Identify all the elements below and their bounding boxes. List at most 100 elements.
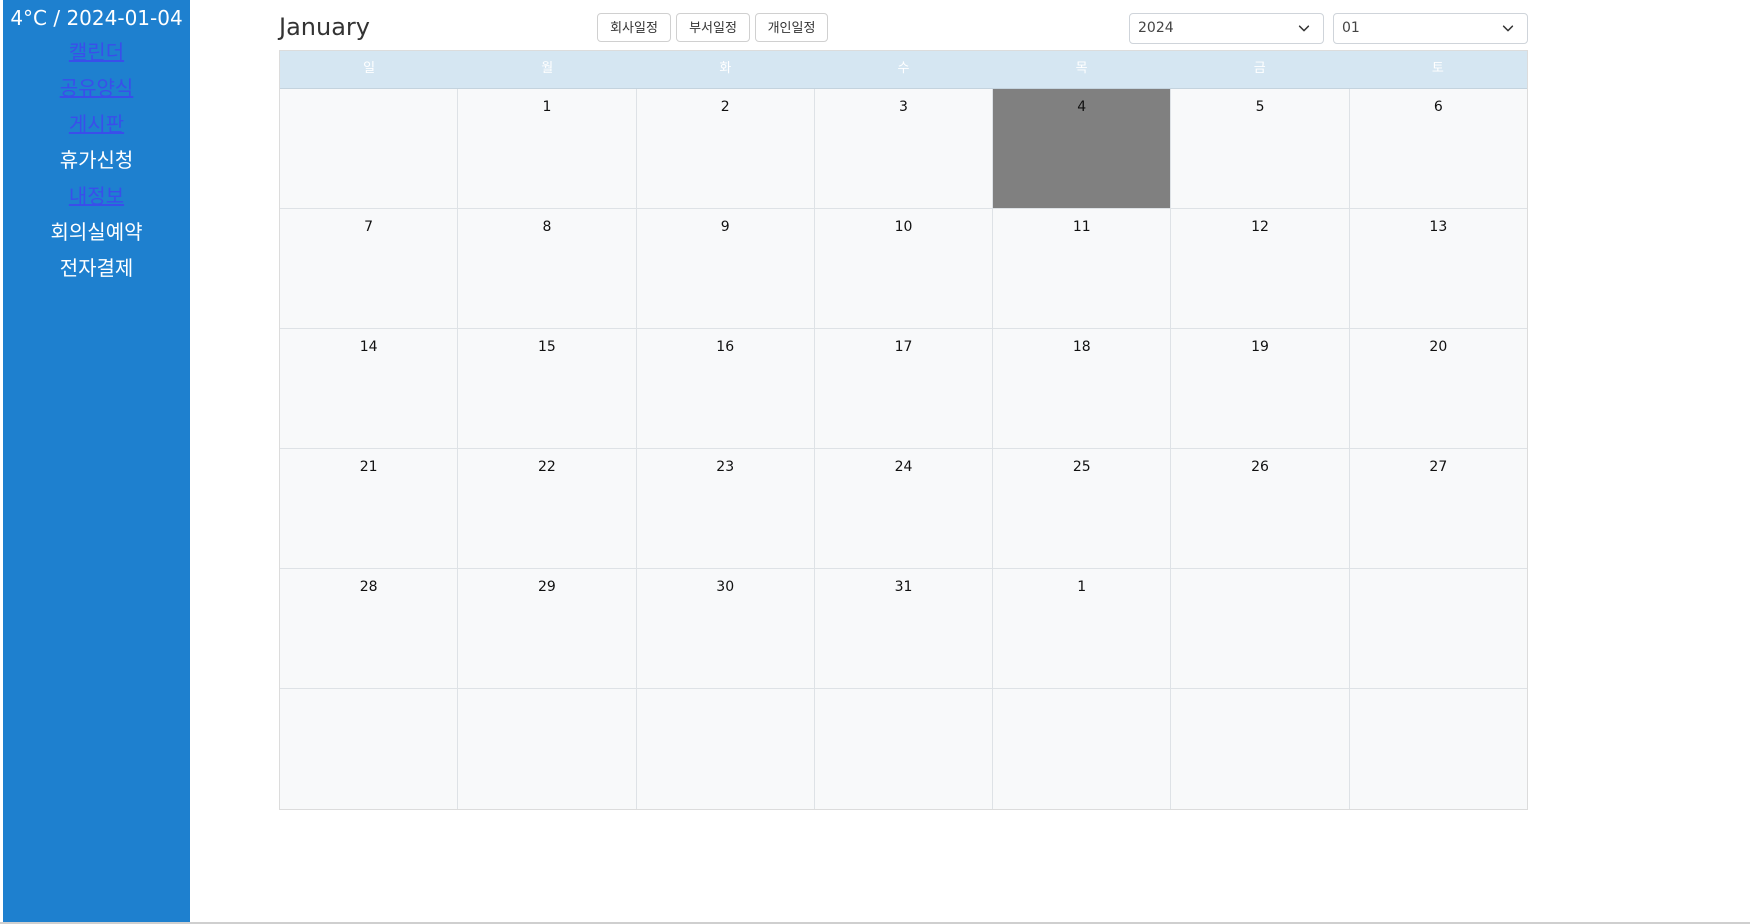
day-cell[interactable] (993, 689, 1172, 809)
calendar-week (280, 689, 1527, 809)
weekday-header: 일 월 화 수 목 금 토 (280, 51, 1527, 89)
day-cell[interactable]: 15 (458, 329, 637, 449)
day-cell[interactable]: 30 (636, 569, 815, 689)
day-number: 12 (1251, 219, 1269, 235)
weather-date: 4°C / 2024-01-04 (10, 6, 183, 30)
day-cell[interactable]: 21 (280, 449, 459, 569)
day-cell[interactable] (1349, 569, 1527, 689)
day-number: 29 (538, 579, 556, 595)
calendar-week: 1 2 3 4 5 6 (280, 89, 1527, 209)
day-cell[interactable] (1171, 569, 1350, 689)
day-cell[interactable]: 25 (993, 449, 1172, 569)
day-cell[interactable]: 23 (636, 449, 815, 569)
day-number: 20 (1429, 339, 1448, 355)
day-cell[interactable]: 1 (458, 89, 637, 209)
day-cell[interactable]: 9 (636, 209, 815, 329)
day-number: 14 (359, 339, 378, 355)
calendar-week: 7 8 9 10 11 12 13 (280, 209, 1527, 329)
day-cell[interactable] (636, 689, 815, 809)
day-cell[interactable]: 26 (1171, 449, 1350, 569)
day-cell[interactable]: 3 (814, 89, 994, 209)
personal-schedule-button[interactable]: 개인일정 (755, 13, 828, 42)
day-cell[interactable]: 10 (814, 209, 994, 329)
day-cell[interactable]: 2 (636, 89, 815, 209)
day-cell[interactable]: 28 (280, 569, 459, 689)
day-number: 25 (1072, 459, 1091, 475)
day-cell[interactable] (814, 689, 994, 809)
day-cell[interactable]: 18 (993, 329, 1172, 449)
day-cell[interactable]: 14 (280, 329, 459, 449)
day-number: 21 (359, 459, 378, 475)
day-number: 9 (720, 219, 730, 235)
calendar-week: 28 29 30 31 1 (280, 569, 1527, 689)
day-cell[interactable]: 24 (814, 449, 994, 569)
month-select-value: 01 (1342, 20, 1360, 36)
month-title: January (279, 13, 370, 41)
calendar-grid: 일 월 화 수 목 금 토 1 2 3 4 5 6 7 8 9 10 11 12… (279, 50, 1528, 810)
day-number: 5 (1255, 99, 1265, 115)
day-cell[interactable]: 11 (993, 209, 1172, 329)
day-cell[interactable] (1349, 689, 1527, 809)
day-cell[interactable]: 16 (636, 329, 815, 449)
day-cell[interactable] (280, 689, 459, 809)
day-cell[interactable]: 29 (458, 569, 637, 689)
sidebar-item-e-approval[interactable]: 전자결제 (3, 256, 190, 280)
day-cell[interactable]: 31 (814, 569, 994, 689)
sidebar-item-shared-forms[interactable]: 공유양식 (3, 76, 190, 100)
day-number: 15 (538, 339, 556, 355)
chevron-down-icon (1298, 25, 1310, 32)
day-cell[interactable]: 4 (993, 89, 1172, 209)
year-select[interactable]: 2024 (1129, 13, 1324, 44)
weekday-mon: 월 (541, 61, 554, 76)
day-cell[interactable]: 1 (993, 569, 1172, 689)
day-cell[interactable]: 19 (1171, 329, 1350, 449)
sidebar-item-meeting-room[interactable]: 회의실예약 (3, 220, 190, 244)
day-cell[interactable]: 12 (1171, 209, 1350, 329)
day-number: 19 (1251, 339, 1269, 355)
day-cell[interactable] (458, 689, 637, 809)
day-cell[interactable]: 20 (1349, 329, 1527, 449)
weekday-wed: 수 (897, 61, 910, 76)
sidebar-item-my-info[interactable]: 내정보 (3, 184, 190, 208)
day-number: 2 (720, 99, 730, 115)
sidebar: 4°C / 2024-01-04 캘린더 공유양식 게시판 휴가신청 내정보 회… (3, 0, 190, 922)
day-number: 7 (364, 219, 374, 235)
department-schedule-button[interactable]: 부서일정 (676, 13, 750, 42)
day-cell[interactable]: 27 (1349, 449, 1527, 569)
day-cell[interactable]: 8 (458, 209, 637, 329)
weekday-sat: 토 (1431, 61, 1444, 76)
sidebar-item-calendar[interactable]: 캘린더 (3, 40, 190, 64)
chevron-down-icon (1502, 25, 1514, 32)
day-number: 6 (1433, 99, 1443, 115)
calendar-week: 14 15 16 17 18 19 20 (280, 329, 1527, 449)
day-number: 26 (1251, 459, 1269, 475)
day-cell[interactable]: 22 (458, 449, 637, 569)
day-cell[interactable]: 13 (1349, 209, 1527, 329)
day-cell[interactable]: 17 (814, 329, 994, 449)
day-number: 8 (542, 219, 552, 235)
day-cell[interactable]: 7 (280, 209, 459, 329)
calendar-week: 21 22 23 24 25 26 27 (280, 449, 1527, 569)
day-number: 16 (716, 339, 735, 355)
day-number: 11 (1072, 219, 1091, 235)
day-cell[interactable]: 6 (1349, 89, 1527, 209)
day-number: 13 (1429, 219, 1448, 235)
day-cell[interactable] (280, 89, 459, 209)
day-number: 23 (716, 459, 735, 475)
day-number: 17 (894, 339, 913, 355)
sidebar-item-leave-request[interactable]: 휴가신청 (3, 148, 190, 172)
sidebar-item-board[interactable]: 게시판 (3, 112, 190, 136)
day-number: 28 (359, 579, 378, 595)
company-schedule-button[interactable]: 회사일정 (597, 13, 671, 42)
day-cell[interactable] (1171, 689, 1350, 809)
weekday-thu: 목 (1075, 61, 1088, 76)
weekday-fri: 금 (1253, 61, 1266, 76)
day-number: 24 (894, 459, 913, 475)
day-number: 4 (1077, 99, 1087, 115)
day-number: 10 (894, 219, 913, 235)
day-cell[interactable]: 5 (1171, 89, 1350, 209)
day-number: 1 (542, 99, 552, 115)
month-select[interactable]: 01 (1333, 13, 1528, 44)
weekday-sun: 일 (363, 61, 376, 76)
day-number: 18 (1072, 339, 1091, 355)
